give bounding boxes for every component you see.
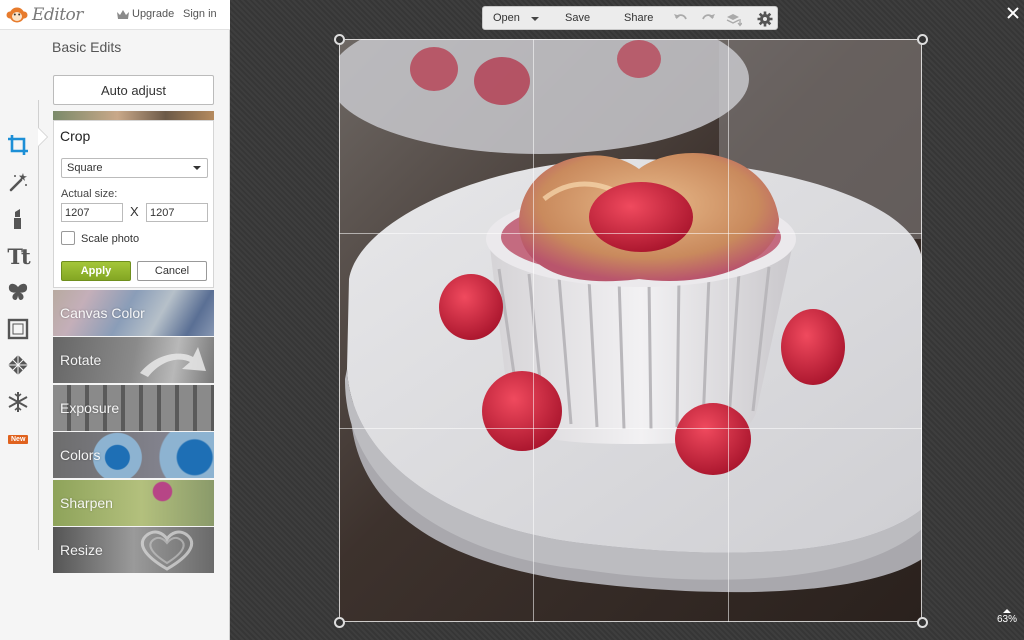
text-icon: Tt: [7, 243, 30, 269]
layers-icon: [726, 14, 743, 27]
save-button[interactable]: Save: [565, 12, 590, 24]
overlays-tool[interactable]: [6, 280, 30, 304]
rotate-tile[interactable]: Rotate: [53, 337, 214, 383]
aspect-ratio-select[interactable]: Square: [61, 158, 208, 178]
settings-button[interactable]: [757, 11, 773, 27]
close-icon: [1007, 7, 1019, 19]
crop-handle-top-left[interactable]: [334, 34, 345, 45]
textures-tool[interactable]: [6, 353, 30, 377]
touch-up-tool[interactable]: [6, 207, 30, 231]
seasonal-tool[interactable]: [6, 390, 30, 414]
undo-button[interactable]: [673, 11, 689, 27]
size-separator: X: [130, 204, 139, 219]
tile-label: Sharpen: [60, 495, 113, 511]
tile-label: Rotate: [60, 352, 102, 368]
resize-tile[interactable]: Resize: [53, 527, 214, 573]
crop-height-input[interactable]: [146, 203, 208, 222]
close-button[interactable]: [1006, 6, 1020, 20]
souffle-photo: [339, 39, 922, 622]
scale-photo-label: Scale photo: [81, 233, 140, 245]
frame-icon: [7, 318, 29, 340]
crop-grid-line: [339, 428, 922, 429]
undo-icon: [674, 14, 687, 20]
crop-panel: Crop Square Actual size: X Scale photo A…: [53, 120, 214, 288]
actual-size-label: Actual size:: [61, 188, 118, 200]
crop-panel-pointer: [38, 128, 47, 146]
zoom-level: 63%: [996, 614, 1017, 625]
frames-tool[interactable]: [6, 317, 30, 341]
zoom-control[interactable]: 63%: [994, 609, 1020, 625]
texture-icon: [8, 355, 28, 375]
chevron-up-icon: [1003, 609, 1011, 613]
apply-button[interactable]: Apply: [61, 261, 131, 281]
left-panel: Editor Upgrade Sign in Tt New Basic Edit…: [0, 0, 230, 640]
chevron-down-icon: [193, 166, 201, 170]
crop-tool[interactable]: [6, 133, 30, 157]
crop-grid-line: [533, 39, 534, 622]
rotate-arrow-icon: [140, 347, 206, 377]
text-tool[interactable]: Tt: [6, 243, 30, 269]
redo-icon: [702, 14, 715, 20]
exposure-tile[interactable]: Exposure: [53, 385, 214, 431]
upgrade-link[interactable]: Upgrade: [117, 8, 174, 20]
crop-width-input[interactable]: [61, 203, 123, 222]
effects-tool[interactable]: [6, 170, 30, 194]
auto-adjust-button[interactable]: Auto adjust: [53, 75, 214, 105]
upgrade-label: Upgrade: [132, 8, 175, 20]
tile-label: Colors: [60, 447, 101, 463]
share-button[interactable]: Share: [624, 12, 653, 24]
scale-photo-checkbox[interactable]: [61, 231, 75, 245]
sign-in-link[interactable]: Sign in: [183, 8, 217, 20]
aspect-ratio-value: Square: [67, 162, 103, 174]
snowflake-icon: [8, 392, 28, 412]
colors-tile[interactable]: Colors: [53, 432, 214, 478]
monkey-logo-icon: [6, 7, 28, 23]
crop-title: Crop: [60, 128, 91, 144]
heart-dish-icon: [141, 530, 193, 571]
crop-handle-bottom-right[interactable]: [917, 617, 928, 628]
canvas-color-tile[interactable]: Canvas Color: [53, 290, 214, 336]
crop-grid-line: [339, 233, 922, 234]
tile-label: Exposure: [60, 400, 120, 416]
new-badge: New: [8, 435, 29, 444]
tool-strip: Tt New: [0, 30, 38, 640]
crop-grid-line: [728, 39, 729, 622]
sharpen-tile[interactable]: Sharpen: [53, 480, 214, 526]
top-bar: Editor Upgrade Sign in: [0, 0, 230, 30]
layers-button[interactable]: [726, 11, 743, 27]
crop-icon: [8, 135, 28, 155]
magic-wand-icon: [9, 173, 27, 192]
tile-label: Resize: [60, 542, 103, 558]
tile-label: Canvas Color: [60, 305, 145, 321]
chevron-down-icon[interactable]: [531, 17, 539, 21]
logo[interactable]: Editor: [6, 5, 83, 25]
open-button[interactable]: Open: [493, 12, 520, 24]
lipstick-icon: [14, 209, 21, 229]
strip-divider: [38, 100, 39, 550]
gear-icon: [757, 11, 773, 27]
crop-handle-bottom-left[interactable]: [334, 617, 345, 628]
photo-canvas[interactable]: [339, 39, 922, 622]
tile-thumbnail-strip: [53, 111, 214, 120]
crop-handle-top-right[interactable]: [917, 34, 928, 45]
brand-name: Editor: [32, 5, 83, 25]
butterfly-icon: [8, 283, 28, 301]
crown-icon: [117, 9, 129, 19]
file-toolbar: Open Save Share: [482, 6, 778, 30]
redo-button[interactable]: [700, 11, 716, 27]
cancel-button[interactable]: Cancel: [137, 261, 207, 281]
section-title: Basic Edits: [52, 39, 122, 55]
